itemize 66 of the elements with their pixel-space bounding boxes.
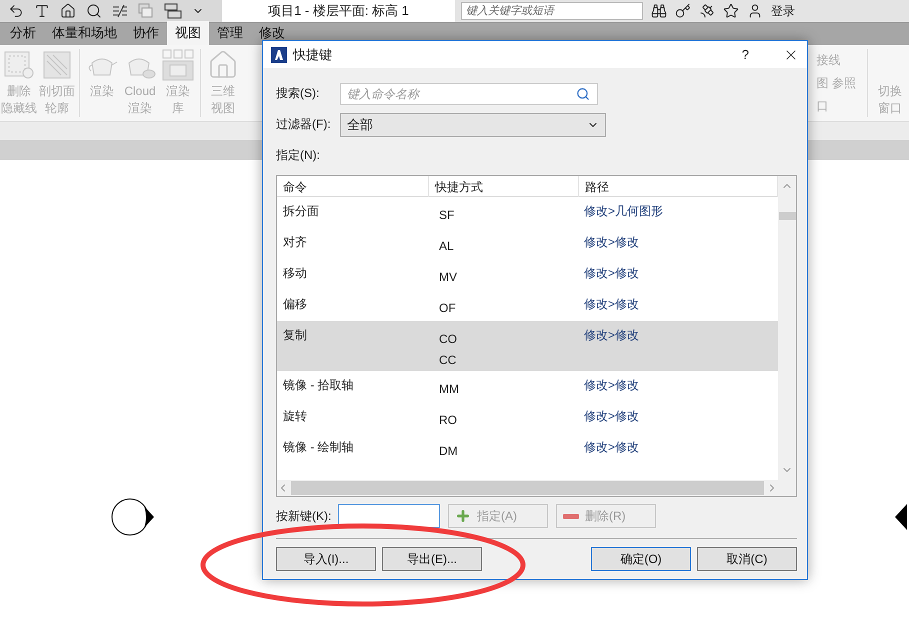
switch-windows-icon[interactable] bbox=[164, 3, 182, 19]
shortcut-cell-text: OF bbox=[439, 301, 457, 315]
filter-dropdown[interactable]: 全部 bbox=[340, 112, 606, 136]
command-cell-text: 复制 bbox=[282, 327, 308, 344]
path-cell-text: 修改>修改 bbox=[583, 265, 640, 282]
plus-icon bbox=[455, 508, 471, 524]
sign-in-link[interactable]: 登录 bbox=[771, 2, 795, 20]
key-icon[interactable] bbox=[675, 3, 691, 19]
star-icon[interactable] bbox=[723, 3, 739, 19]
path-cell-text: 修改>修改 bbox=[583, 327, 640, 344]
path-cell-text: 修改>修改 bbox=[583, 408, 640, 425]
house-icon[interactable] bbox=[60, 3, 76, 19]
ribbon-tab[interactable]: 分析 bbox=[2, 21, 44, 45]
new-key-label: 按新键(K): bbox=[276, 508, 332, 524]
shortcut-cell-text: CC bbox=[439, 353, 458, 367]
path-cell-text: 修改>修改 bbox=[583, 377, 640, 394]
dialog-button[interactable]: 导出(E)... bbox=[382, 547, 482, 571]
path-cell-text: 修改>修改 bbox=[583, 439, 640, 456]
shortcut-cell-text: MV bbox=[439, 270, 458, 284]
ribbon-tab[interactable]: 管理 bbox=[209, 21, 251, 45]
dialog-button[interactable]: 导入(I)... bbox=[276, 547, 376, 571]
scrollbar-thumb[interactable] bbox=[291, 481, 764, 495]
horizontal-scrollbar[interactable] bbox=[277, 480, 778, 496]
satellite-dish-icon[interactable] bbox=[699, 3, 715, 19]
help-button[interactable]: ? bbox=[742, 47, 749, 62]
window-title: 项目1 - 楼层平面: 标高 1 bbox=[268, 2, 409, 20]
search-field[interactable]: 键入命令名称 bbox=[340, 82, 598, 104]
assign-label: 指定(N): bbox=[276, 147, 321, 164]
shortcut-cell-text: AL bbox=[439, 239, 455, 253]
app-logo-icon bbox=[271, 46, 287, 62]
command-cell-text: 镜像 - 拾取轴 bbox=[282, 377, 355, 394]
binoculars-icon[interactable] bbox=[651, 3, 667, 19]
hidden-line-icon bbox=[3, 49, 35, 81]
user-icon[interactable] bbox=[747, 3, 763, 19]
command-cell-text: 镜像 - 绘制轴 bbox=[282, 439, 355, 456]
command-cell-text: 移动 bbox=[282, 265, 308, 282]
dialog-button[interactable]: 确定(O) bbox=[591, 547, 691, 571]
command-cell-text: 偏移 bbox=[282, 296, 308, 313]
house-icon bbox=[207, 49, 239, 81]
dialog-title: 快捷键 bbox=[293, 46, 333, 64]
minus-icon bbox=[563, 514, 579, 518]
dialog-button[interactable]: 取消(C) bbox=[697, 547, 797, 571]
search-field[interactable]: 键入关键字或短语 bbox=[461, 2, 643, 20]
shortcut-cell-text: SF bbox=[439, 208, 456, 222]
shortcut-cell-text: MM bbox=[439, 382, 460, 396]
path-cell-text: 修改>修改 bbox=[583, 296, 640, 313]
ribbon-tab[interactable]: 协作 bbox=[125, 21, 167, 45]
command-cell-text: 旋转 bbox=[282, 408, 308, 425]
cut-profile-icon bbox=[41, 49, 73, 81]
thin-lines-icon[interactable] bbox=[112, 4, 128, 18]
gallery-icon bbox=[162, 49, 194, 81]
vertical-scrollbar[interactable] bbox=[778, 176, 796, 480]
path-cell-text: 修改>修改 bbox=[583, 234, 640, 251]
shortcut-cell-text: DM bbox=[439, 444, 459, 458]
search-label: 搜索(S): bbox=[276, 85, 320, 102]
shortcut-cell-text: CO bbox=[439, 332, 458, 346]
ribbon-tab[interactable]: 体量和场地 bbox=[44, 21, 125, 45]
text-icon[interactable] bbox=[34, 3, 50, 19]
ribbon-tab[interactable]: 视图 bbox=[167, 21, 209, 45]
table-row[interactable]: 复制 CO CC 修改>修改 bbox=[277, 321, 778, 371]
filter-label: 过滤器(F): bbox=[276, 116, 332, 133]
path-cell-text: 修改>几何图形 bbox=[583, 203, 664, 220]
scrollbar-thumb[interactable] bbox=[778, 212, 796, 220]
shortcut-cell-text: RO bbox=[439, 413, 458, 427]
command-cell-text: 对齐 bbox=[282, 234, 308, 251]
command-cell-text: 拆分面 bbox=[282, 203, 320, 220]
